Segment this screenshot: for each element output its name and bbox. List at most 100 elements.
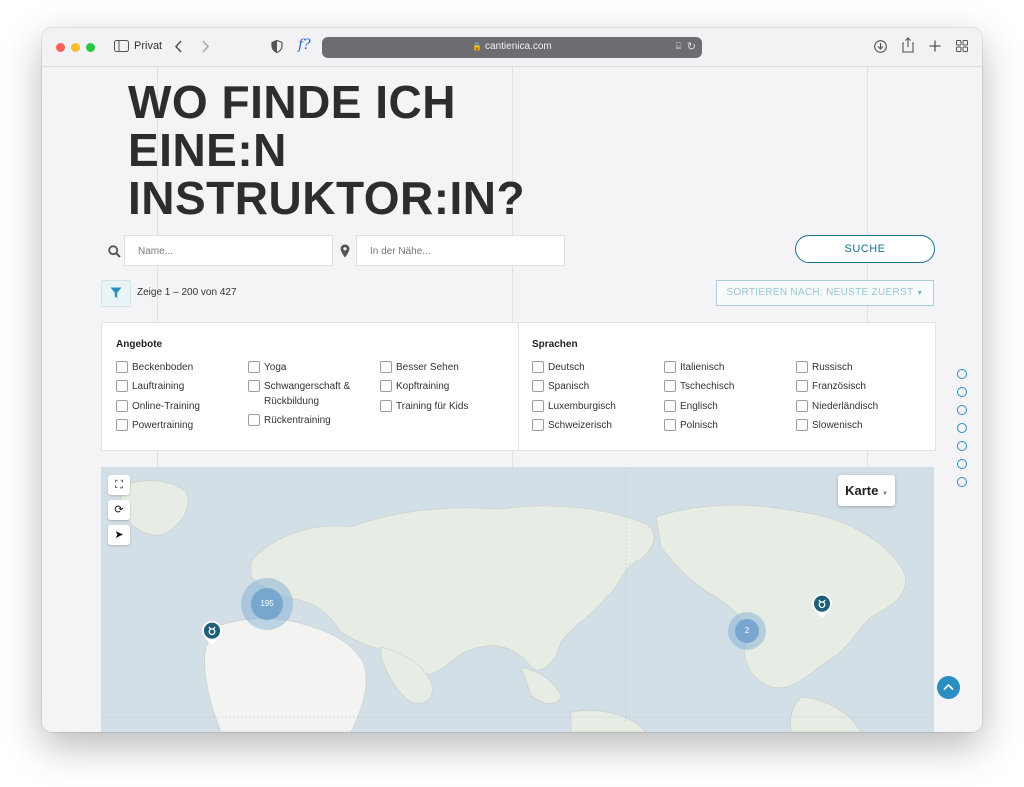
search-button[interactable]: SUCHE: [795, 235, 935, 263]
forward-icon[interactable]: [200, 40, 210, 53]
caret-down-icon: ▼: [916, 290, 924, 297]
sidebar-icon[interactable]: [114, 40, 129, 52]
checkbox[interactable]: [248, 380, 260, 392]
section-nav-dot[interactable]: [957, 387, 967, 397]
checkbox[interactable]: [664, 361, 676, 373]
checkbox[interactable]: [532, 361, 544, 373]
private-label: Privat: [134, 40, 163, 52]
languages-heading: Sprachen: [532, 339, 578, 350]
minimize-window-button[interactable]: [71, 43, 80, 52]
fullscreen-icon: ⛶: [115, 479, 123, 491]
filter-icon: [110, 287, 122, 298]
checkbox[interactable]: [532, 419, 544, 431]
checkbox[interactable]: [796, 380, 808, 392]
page-content: WO FINDE ICH EINE:N INSTRUKTOR:IN? SUCHE…: [42, 67, 982, 732]
checkbox-label: Powertraining: [132, 420, 194, 431]
checkbox[interactable]: [380, 400, 392, 412]
checkbox[interactable]: [380, 380, 392, 392]
checkbox-label: Schweizerisch: [548, 420, 612, 431]
zoom-window-button[interactable]: [86, 43, 95, 52]
checkbox-label: Slowenisch: [812, 420, 863, 431]
address-bar[interactable]: 🔒 cantienica.com ⌸ ↻: [322, 37, 702, 58]
checkbox[interactable]: [532, 380, 544, 392]
checkbox-label: Yoga: [264, 362, 287, 373]
instructor-map[interactable]: ⛶ ⟳ ➤ Karte ▼ 195 2: [101, 467, 934, 732]
results-count: Zeige 1 – 200 von 427: [137, 287, 237, 298]
section-nav-dot[interactable]: [957, 369, 967, 379]
checkbox[interactable]: [796, 419, 808, 431]
instructor-marker-icon[interactable]: [809, 593, 835, 619]
checkbox-label: Luxemburgisch: [548, 401, 616, 412]
browser-window: Privat f? 🔒 cantienica.com ⌸ ↻ WO FINDE …: [42, 28, 982, 732]
section-nav-dot[interactable]: [957, 477, 967, 487]
sort-label: SORTIEREN NACH: NEUSTE ZUERST: [726, 287, 914, 298]
section-nav-dot[interactable]: [957, 423, 967, 433]
panel-divider: [518, 323, 519, 450]
location-arrow-icon: ➤: [114, 529, 124, 541]
checkbox[interactable]: [116, 419, 128, 431]
tabs-overview-icon[interactable]: [956, 40, 968, 52]
lock-icon: 🔒: [472, 42, 483, 51]
checkbox[interactable]: [796, 400, 808, 412]
checkbox[interactable]: [248, 361, 260, 373]
checkbox-label: Beckenboden: [132, 362, 194, 373]
checkbox[interactable]: [664, 380, 676, 392]
checkbox-label: Polnisch: [680, 420, 718, 431]
checkbox-label: Italienisch: [680, 362, 725, 373]
checkbox-label: Rückentraining: [264, 415, 331, 426]
name-search-input[interactable]: [138, 245, 318, 257]
new-tab-icon[interactable]: [929, 40, 941, 52]
section-nav-dot[interactable]: [957, 441, 967, 451]
refresh-map-button[interactable]: ⟳: [108, 500, 130, 520]
page-title: WO FINDE ICH EINE:N INSTRUKTOR:IN?: [128, 76, 526, 224]
section-nav-dot[interactable]: [957, 459, 967, 469]
checkbox-label: Lauftraining: [132, 381, 185, 392]
fullscreen-map-button[interactable]: ⛶: [108, 475, 130, 495]
name-search-box: [124, 235, 333, 266]
shield-icon[interactable]: [271, 40, 283, 53]
scroll-to-top-button[interactable]: [937, 676, 960, 699]
sort-dropdown[interactable]: SORTIEREN NACH: NEUSTE ZUERST ▼: [716, 280, 934, 306]
location-search-input[interactable]: [370, 245, 550, 257]
cluster-count: 2: [735, 619, 759, 643]
checkbox[interactable]: [116, 361, 128, 373]
checkbox[interactable]: [664, 400, 676, 412]
checkbox-label: Englisch: [680, 401, 718, 412]
checkbox-label: Russisch: [812, 362, 853, 373]
close-window-button[interactable]: [56, 43, 65, 52]
checkbox[interactable]: [664, 419, 676, 431]
translate-icon[interactable]: ⌸: [676, 41, 681, 52]
back-icon[interactable]: [174, 40, 184, 53]
checkbox-label: Französisch: [812, 381, 866, 392]
caret-down-icon: ▼: [881, 491, 888, 497]
location-search-box: [356, 235, 565, 266]
search-icon: [108, 245, 121, 258]
refresh-icon: ⟳: [114, 504, 124, 516]
checkbox[interactable]: [116, 400, 128, 412]
checkbox[interactable]: [796, 361, 808, 373]
share-icon[interactable]: [902, 37, 914, 53]
download-icon[interactable]: [874, 40, 887, 53]
cluster-count: 195: [251, 588, 283, 620]
checkbox-label: Tschechisch: [680, 381, 735, 392]
filters-panel: Angebote Sprachen Beckenboden Lauftraini…: [101, 322, 936, 451]
browser-toolbar: Privat f? 🔒 cantienica.com ⌸ ↻: [42, 28, 982, 67]
instructor-marker-icon[interactable]: [199, 620, 225, 646]
reload-icon[interactable]: ↻: [687, 40, 696, 53]
checkbox[interactable]: [116, 380, 128, 392]
checkbox-label: Kopftraining: [396, 381, 450, 392]
checkbox[interactable]: [380, 361, 392, 373]
font-icon[interactable]: f?: [298, 37, 311, 53]
chevron-up-icon: [943, 683, 954, 691]
checkbox[interactable]: [248, 414, 260, 426]
checkbox-label: Training für Kids: [396, 401, 469, 412]
checkbox-label: Niederländisch: [812, 401, 879, 412]
offers-heading: Angebote: [116, 339, 163, 350]
section-nav-dot[interactable]: [957, 405, 967, 415]
checkbox[interactable]: [532, 400, 544, 412]
map-cluster[interactable]: 2: [728, 612, 766, 650]
locate-me-button[interactable]: ➤: [108, 525, 130, 545]
map-type-selector[interactable]: Karte ▼: [838, 475, 895, 506]
filter-toggle-button[interactable]: [101, 280, 131, 307]
map-cluster[interactable]: 195: [241, 578, 293, 630]
